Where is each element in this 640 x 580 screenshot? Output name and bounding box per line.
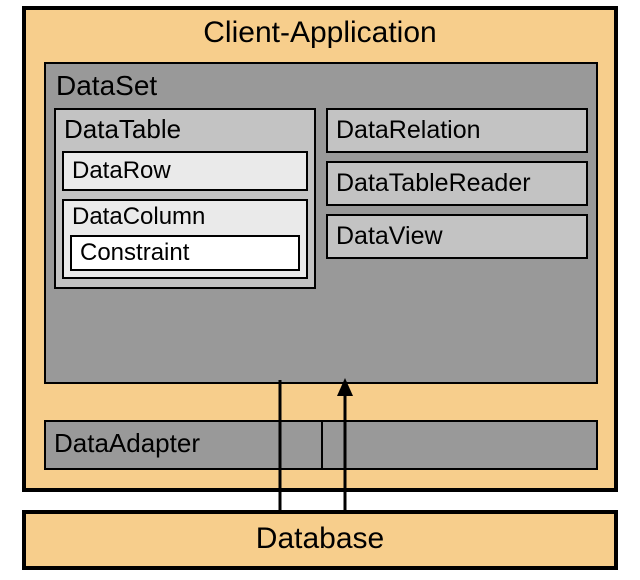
datatable-title: DataTable — [62, 114, 308, 151]
datatablereader-box: DataTableReader — [326, 161, 588, 206]
dataset-title: DataSet — [54, 68, 588, 108]
dataadapter-spacer — [323, 420, 598, 470]
dataadapter-row: DataAdapter — [44, 420, 598, 470]
client-application-box: Client-Application DataSet DataTable Dat… — [22, 6, 618, 492]
database-box: Database — [22, 510, 618, 570]
datarelation-box: DataRelation — [326, 108, 588, 153]
dataset-box: DataSet DataTable DataRow DataColumn Con… — [44, 62, 598, 384]
client-application-title: Client-Application — [26, 10, 614, 54]
datarow-box: DataRow — [62, 151, 308, 191]
dataview-box: DataView — [326, 214, 588, 259]
datacolumn-title: DataColumn — [70, 203, 300, 235]
datacolumn-box: DataColumn Constraint — [62, 199, 308, 279]
constraint-box: Constraint — [70, 235, 300, 271]
datatable-box: DataTable DataRow DataColumn Constraint — [54, 108, 316, 289]
dataadapter-box: DataAdapter — [44, 420, 323, 470]
